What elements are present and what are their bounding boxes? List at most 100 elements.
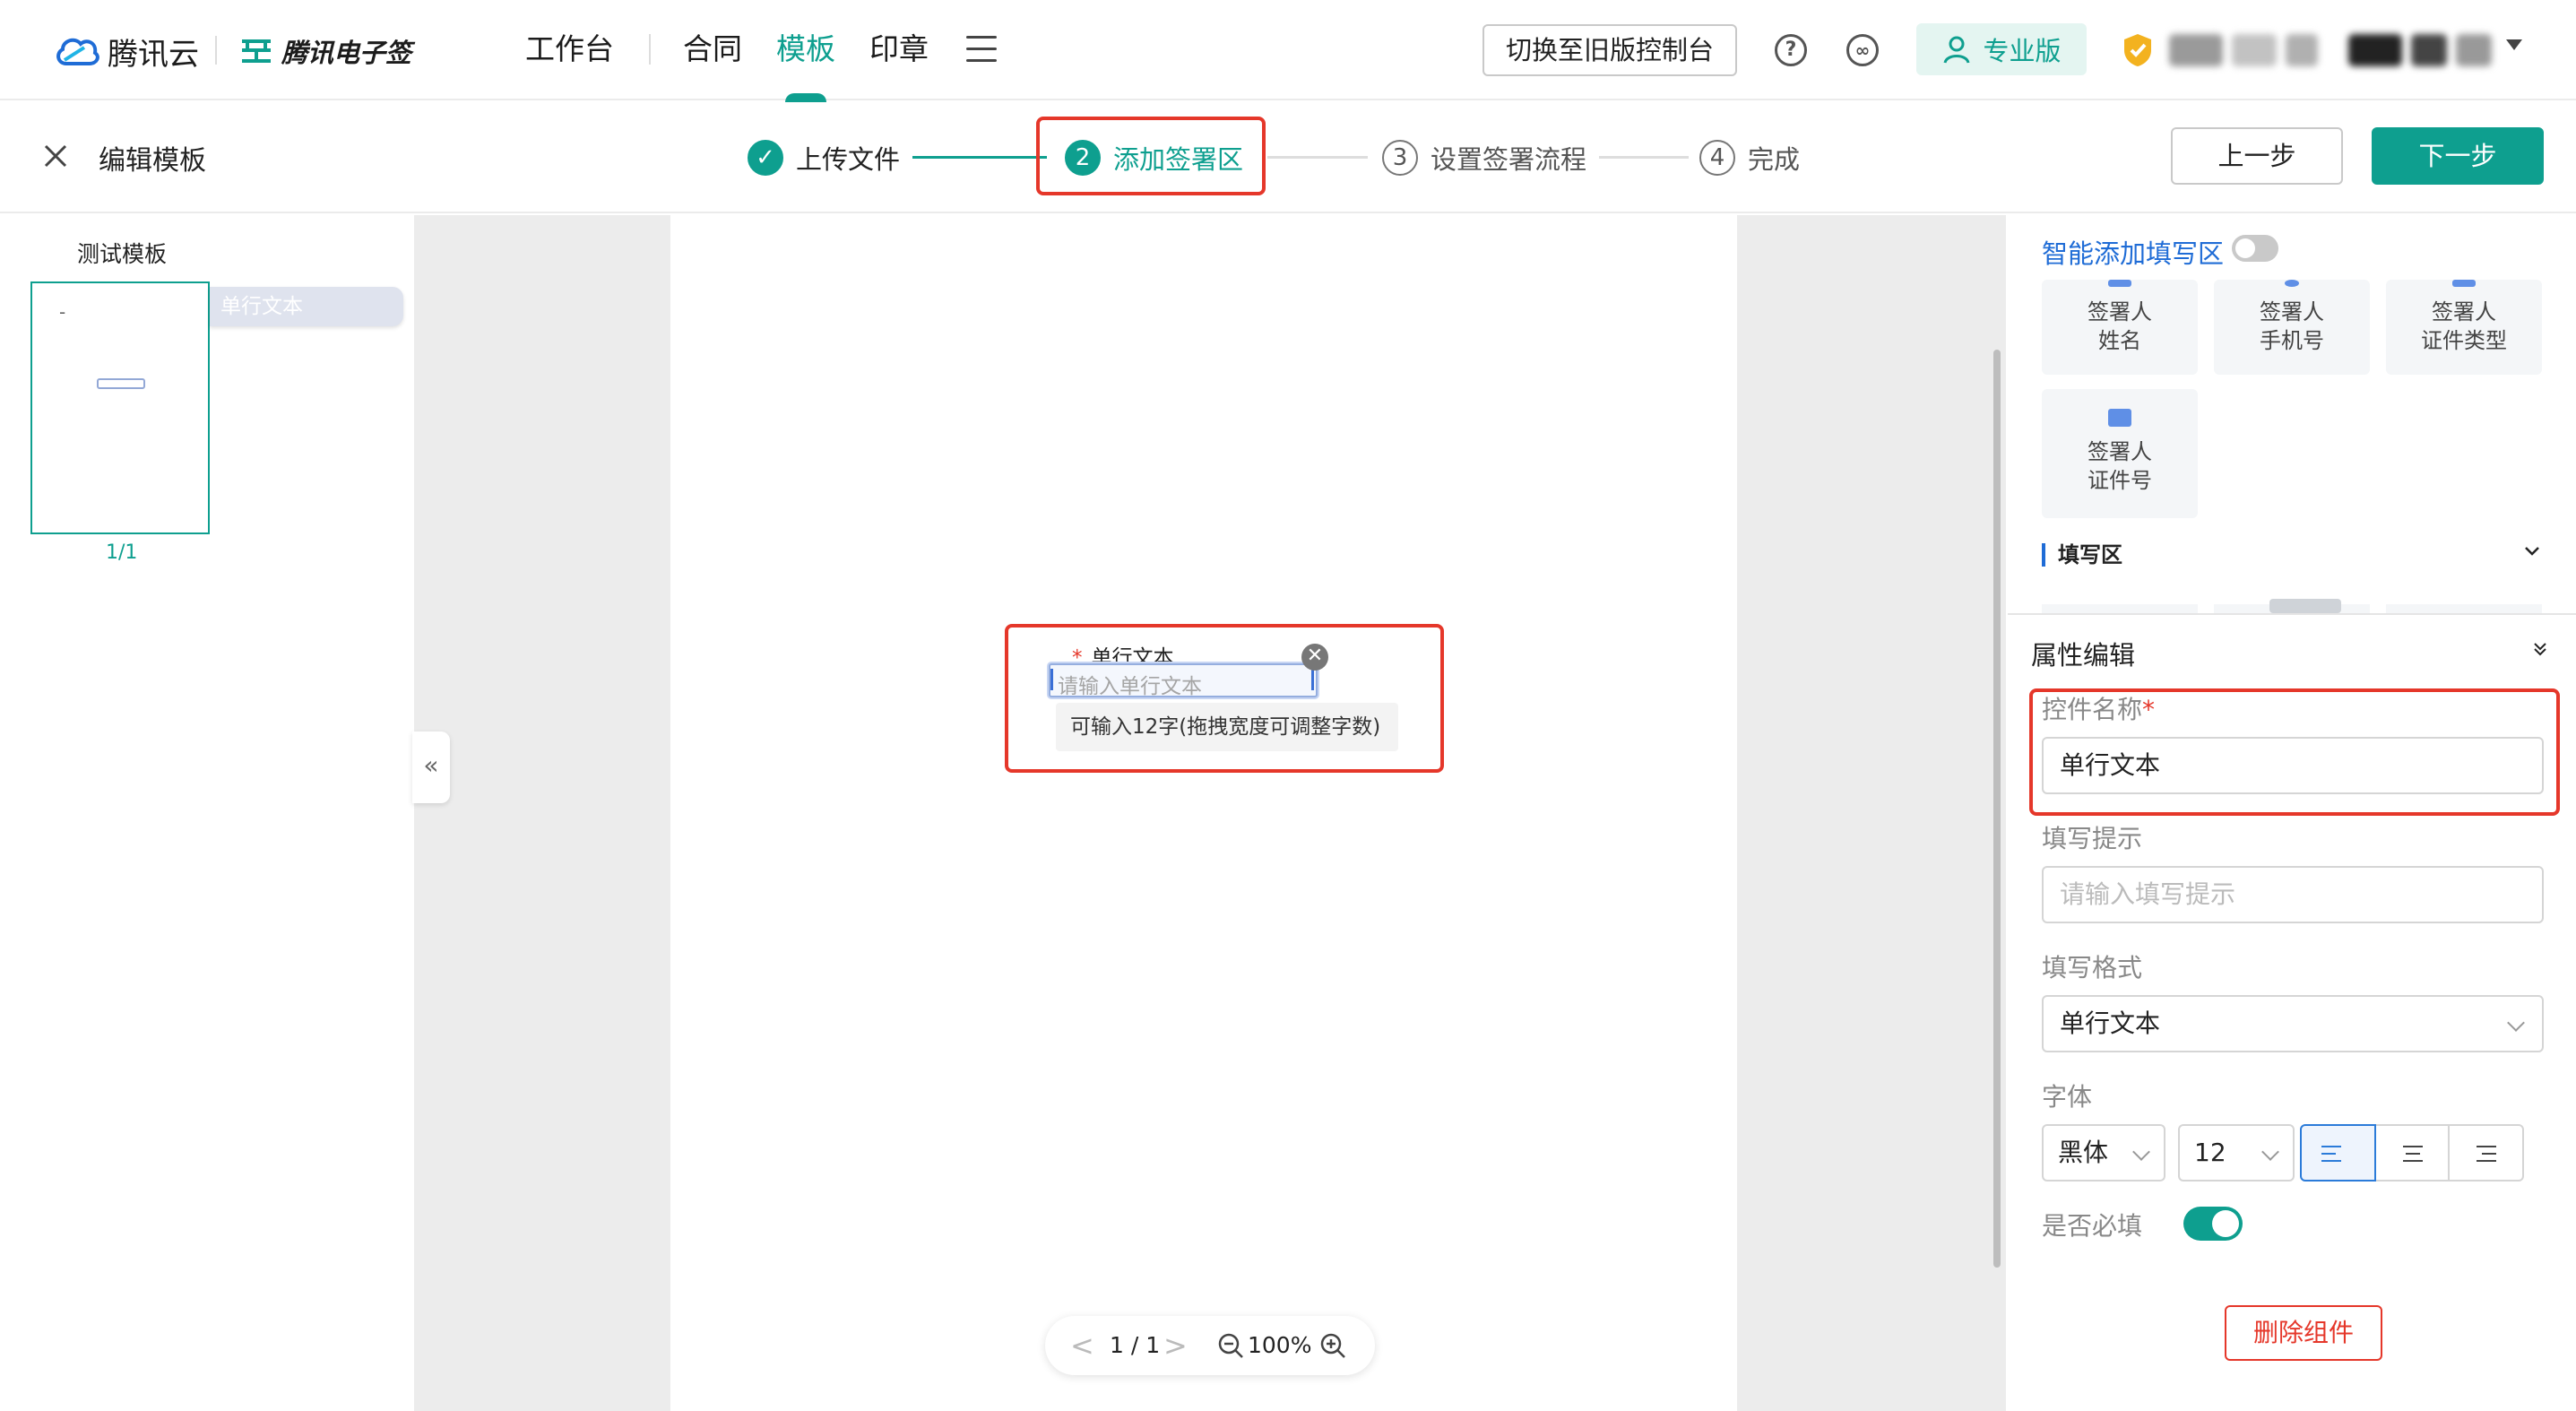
help-icon[interactable]: ? — [1775, 34, 1807, 66]
prev-step-button[interactable]: 上一步 — [2171, 127, 2343, 185]
user-icon — [1944, 36, 1970, 64]
thumbnail-field — [97, 378, 145, 389]
nav-active-indicator — [785, 93, 826, 102]
align-right-button[interactable] — [2448, 1124, 2525, 1182]
control-signer-phone[interactable]: 签署人 手机号 — [2214, 280, 2370, 375]
smart-add-label: 智能添加填写区 — [2042, 238, 2225, 269]
step-connector — [1267, 156, 1368, 159]
align-left-button[interactable] — [2300, 1124, 2376, 1182]
nav-workbench[interactable]: 工作台 — [525, 27, 614, 72]
nav-contracts[interactable]: 合同 — [683, 27, 742, 72]
single-line-text-field[interactable]: 请输入单行文本 — [1049, 663, 1318, 698]
chevron-down-icon — [2132, 1143, 2150, 1161]
control-signer-id-type[interactable]: 签署人 证件类型 — [2386, 280, 2542, 375]
font-family-select[interactable]: 黑体 — [2042, 1124, 2165, 1182]
control-name-label: 控件名称* — [2042, 695, 2156, 724]
format-select[interactable]: 单行文本 — [2042, 995, 2544, 1052]
control-signer-name[interactable]: 签署人 姓名 — [2042, 280, 2198, 375]
collapse-panel-icon[interactable] — [2531, 640, 2549, 658]
control-label: 签署人 — [2088, 299, 2152, 325]
step-finish[interactable]: 4 完成 — [1699, 138, 1800, 177]
control-label: 证件号 — [2088, 468, 2152, 493]
control-label: 签署人 — [2432, 299, 2496, 325]
format-select-value: 单行文本 — [2060, 1008, 2161, 1038]
control-name-input[interactable]: 单行文本 — [2042, 737, 2544, 794]
id-type-icon — [2452, 280, 2476, 287]
esign-logo-icon — [242, 39, 271, 63]
chevron-down-icon — [2261, 1143, 2279, 1161]
collapse-left-panel-button[interactable]: « — [412, 731, 450, 803]
chevron-down-icon — [2507, 1014, 2525, 1032]
remove-field-icon[interactable]: ✕ — [1301, 644, 1328, 671]
required-toggle[interactable] — [2183, 1207, 2243, 1241]
switch-console-button[interactable]: 切换至旧版控制台 — [1482, 24, 1737, 76]
section-fill-area[interactable]: 填写区 — [2042, 543, 2122, 567]
nav-seals[interactable]: 印章 — [869, 27, 929, 72]
collapsed-controls-preview — [2042, 599, 2542, 613]
top-navbar: 腾讯云 腾讯电子签 工作台 合同 模板 印章 切换至旧版控制台 ? ∞ 专业版 — [0, 0, 2576, 102]
delete-component-button[interactable]: 删除组件 — [2225, 1305, 2382, 1361]
step-connector — [912, 156, 1047, 159]
align-center-button[interactable] — [2373, 1124, 2451, 1182]
logo-divider — [215, 36, 217, 65]
document-canvas: « * 单行文本 请输入单行文本 ✕ 可输入12字(拖拽宽度可调整字数) < 1 … — [412, 215, 2006, 1411]
link-icon[interactable]: ∞ — [1846, 34, 1879, 66]
page-thumbnails-panel: 测试模板 - 单行文本 1/1 — [0, 215, 412, 1411]
control-label: 手机号 — [2260, 328, 2324, 353]
esign-brand-text: 腾讯电子签 — [281, 38, 412, 68]
zoom-level: 100% — [1248, 1332, 1312, 1358]
chevron-down-icon[interactable] — [2524, 543, 2540, 559]
format-label: 填写格式 — [2042, 953, 2143, 983]
hint-input[interactable]: 请输入填写提示 — [2042, 866, 2544, 923]
step-check-icon: ✓ — [748, 140, 783, 176]
control-label: 签署人 — [2260, 299, 2324, 325]
prev-page-icon[interactable]: < — [1070, 1329, 1094, 1363]
required-label: 是否必填 — [2042, 1211, 2143, 1241]
resize-handle-right[interactable] — [1311, 669, 1314, 690]
cloud-brand-text: 腾讯云 — [108, 36, 199, 73]
resize-handle-left[interactable] — [1050, 669, 1053, 690]
thumbnail-page-number: 1/1 — [106, 541, 138, 564]
zoom-out-icon[interactable] — [1217, 1332, 1244, 1359]
thumbnail-mark: - — [59, 301, 66, 323]
step-bar: 编辑模板 ✓ 上传文件 2 添加签署区 3 设置签署流程 4 完成 上一步 下一… — [0, 102, 2576, 213]
attr-divider — [2008, 613, 2576, 615]
esign-logo[interactable]: 腾讯电子签 — [240, 29, 411, 74]
text-align-group — [2300, 1124, 2525, 1182]
step-number: 3 — [1382, 140, 1418, 176]
close-icon[interactable] — [41, 142, 70, 170]
template-name: 测试模板 — [77, 241, 168, 267]
zoom-in-icon[interactable] — [1319, 1332, 1346, 1359]
account-dropdown-icon[interactable] — [2506, 39, 2522, 50]
thumbnail-field-tag[interactable]: 单行文本 — [210, 287, 403, 326]
page-title: 编辑模板 — [99, 145, 206, 177]
control-label: 证件类型 — [2421, 328, 2507, 353]
field-placeholder: 请输入单行文本 — [1058, 675, 1202, 698]
menu-icon[interactable] — [966, 36, 997, 63]
next-page-icon[interactable]: > — [1163, 1329, 1188, 1363]
user-account-redacted[interactable] — [2169, 34, 2501, 66]
canvas-scrollbar[interactable] — [1993, 350, 2001, 1268]
cloud-logo-icon — [56, 38, 99, 65]
name-card-icon — [2108, 280, 2131, 287]
font-size-select[interactable]: 12 — [2178, 1124, 2295, 1182]
tencent-cloud-logo[interactable]: 腾讯云 — [54, 29, 199, 74]
step-set-flow[interactable]: 3 设置签署流程 — [1382, 138, 1586, 177]
plan-badge[interactable]: 专业版 — [1916, 23, 2087, 75]
next-step-button[interactable]: 下一步 — [2372, 127, 2544, 185]
step-upload[interactable]: ✓ 上传文件 — [748, 138, 900, 177]
page-zoom-toolbar: < 1 / 1 > 100% — [1045, 1316, 1375, 1375]
smart-add-toggle[interactable] — [2232, 235, 2278, 262]
step-number: 4 — [1699, 140, 1735, 176]
highlight-box-step — [1036, 117, 1266, 195]
phone-icon — [2285, 280, 2299, 287]
plan-badge-label: 专业版 — [1983, 36, 2062, 66]
nav-templates[interactable]: 模板 — [776, 27, 835, 72]
nav-divider — [649, 34, 651, 65]
hint-label: 填写提示 — [2042, 824, 2143, 853]
document-page[interactable] — [670, 215, 1737, 1411]
page-thumbnail[interactable]: - — [30, 281, 210, 534]
control-signer-id-number[interactable]: 签署人 证件号 — [2042, 389, 2198, 518]
control-label: 签署人 — [2088, 439, 2152, 464]
step-label: 设置签署流程 — [1431, 144, 1587, 175]
